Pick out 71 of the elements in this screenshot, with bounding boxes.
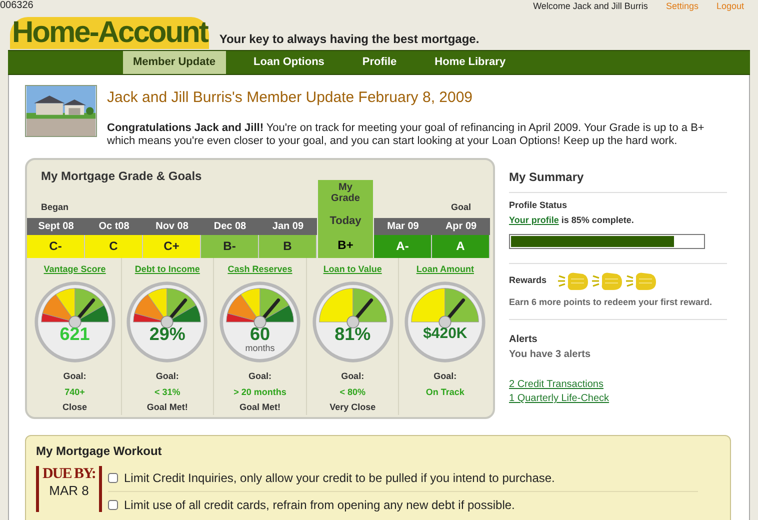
due-label: DUE BY:: [42, 466, 96, 482]
task-text: Limit use of all credit cards, refrain from opening any new debt if possible.: [124, 496, 515, 514]
gauge-value: 29%: [149, 324, 186, 344]
welcome-text: Welcome Jack and Jill Burris: [533, 0, 648, 12]
nav-tab[interactable]: Member Update: [123, 51, 226, 74]
nav-tab[interactable]: Loan Options: [244, 51, 334, 74]
grade-cell: C: [85, 234, 143, 258]
month-label: Apr 09: [432, 218, 490, 234]
task-text: Limit Credit Inquiries, only allow your credit to be pulled if you intend to purchase.: [124, 470, 555, 487]
gauge-value: 81%: [334, 324, 371, 344]
logo: Home-Account: [10, 17, 210, 49]
goal-label: Goal:: [341, 370, 364, 383]
gauge-value: $420K: [423, 324, 468, 344]
section-heading: Profile Status: [509, 198, 568, 212]
gauge-title-link[interactable]: Loan to Value: [323, 262, 382, 276]
goal-label: Goal:: [434, 370, 457, 383]
month-label: Sept 08: [27, 218, 85, 234]
section-heading: Alerts: [509, 333, 538, 347]
grade-cell: C-: [27, 234, 85, 258]
month-label: Nov 08: [143, 218, 201, 234]
gauge-title-link[interactable]: Cash Reserves: [228, 262, 292, 276]
tagline: Your key to always having the best mortgage.: [219, 31, 480, 48]
timeline-label: Began: [41, 201, 69, 214]
grade-cell: B-: [201, 234, 259, 258]
update-title: Jack and Jill Burris's Member Update February 8, 2009: [107, 88, 474, 108]
workout-title: My Mortgage Workout: [36, 442, 163, 460]
gauge-value: 621: [60, 324, 90, 344]
today-label: My Grade: [330, 182, 361, 204]
grade-value: B+: [338, 237, 354, 254]
alert-link[interactable]: 1 Quarterly Life-Check: [509, 392, 610, 406]
task-checkbox[interactable]: [108, 500, 118, 510]
month-label: Jan 09: [259, 218, 317, 234]
goal-label: Goal:: [248, 370, 272, 383]
alerts-text: You have 3 alerts: [509, 348, 592, 362]
summary-title: My Summary: [509, 168, 727, 192]
due-date: MAR 8: [49, 482, 89, 498]
goal-label: Goal:: [156, 370, 179, 383]
gauge-title-link[interactable]: Vantage Score: [44, 262, 106, 276]
grade-cell: A-: [374, 234, 432, 258]
goal-value: < 31%: [154, 386, 180, 398]
gauge-title-link[interactable]: Loan Amount: [416, 262, 474, 276]
month-label: Today: [330, 214, 362, 228]
grade-cell: C+: [143, 234, 201, 258]
grade-cell: A: [432, 234, 490, 258]
goal-status: Goal Met!: [146, 401, 188, 414]
goal-value: < 80%: [340, 386, 366, 398]
nav-tab[interactable]: Profile: [352, 51, 407, 74]
goal-label: Goal:: [63, 370, 86, 383]
month-label: Mar 09: [374, 218, 432, 234]
update-message: Congratulations Jack and Jill! You're on track for meeting your goal of refinancing in April 2009. Your Grade is up to a B+ which means you're even closer to your goal, and you can start looking at your Loan Options! Keep up the hard work.: [107, 122, 706, 148]
goal-value: On Track: [426, 386, 464, 398]
profile-status-text: is 85% complete.: [561, 215, 634, 225]
section-heading: Rewards: [509, 274, 547, 287]
profile-link[interactable]: Your profile: [509, 215, 559, 225]
grade-cell: B: [259, 234, 317, 258]
goal-status: Goal Met!: [239, 401, 280, 414]
task-checkbox[interactable]: [108, 473, 118, 483]
gauge-title-link[interactable]: Debt to Income: [134, 262, 200, 276]
goal-value: 740+: [64, 386, 85, 398]
gauge-value: 60: [250, 324, 270, 344]
alert-link[interactable]: 2 Credit Transactions: [509, 378, 604, 392]
goal-value: > 20 months: [234, 386, 286, 398]
nav-tab[interactable]: Home Library: [424, 51, 516, 74]
month-label: Dec 08: [201, 218, 259, 234]
goal-status: Close: [62, 401, 88, 414]
account-number: 006326: [0, 0, 34, 12]
gauge-unit: months: [245, 344, 275, 353]
goal-status: Very Close: [330, 401, 376, 414]
timeline-label: Goal: [450, 201, 471, 214]
rewards-text: Earn 6 more points to redeem your first reward.: [509, 296, 712, 309]
month-label: Oc t08: [85, 218, 143, 234]
